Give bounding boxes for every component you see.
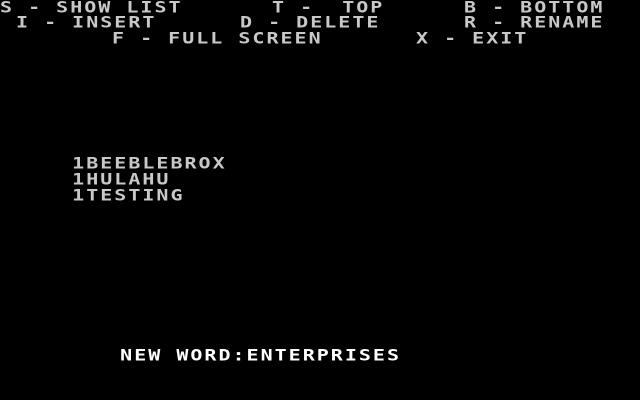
list-item[interactable]: 1HULAHU bbox=[16, 159, 170, 186]
menu-exit[interactable]: X - EXIT bbox=[416, 29, 528, 45]
menu-row-2: I - INSERT D - DELETE R - RENAME bbox=[0, 13, 602, 29]
new-word-label: NEW WORD: bbox=[120, 344, 247, 365]
menu-row-3: F - FULL SCREEN X - EXIT bbox=[0, 29, 526, 45]
menu-delete[interactable]: D - DELETE bbox=[240, 13, 380, 29]
menu-full-screen[interactable]: F - FULL SCREEN bbox=[112, 29, 323, 45]
new-word-input[interactable]: ENTERPRISES bbox=[247, 345, 401, 365]
list-item[interactable]: 1BEEBLEBROX bbox=[16, 143, 227, 170]
menu-insert[interactable]: I - INSERT bbox=[16, 13, 156, 29]
list-item-text: 1TESTING bbox=[72, 184, 185, 205]
list-item[interactable]: 1TESTING bbox=[16, 175, 185, 202]
menu-rename[interactable]: R - RENAME bbox=[464, 13, 604, 29]
dos-screen: S - SHOW LIST T - TOP B - BOTTOM I - INS… bbox=[0, 0, 640, 400]
new-word-prompt: NEW WORD:ENTERPRISES bbox=[64, 335, 401, 362]
